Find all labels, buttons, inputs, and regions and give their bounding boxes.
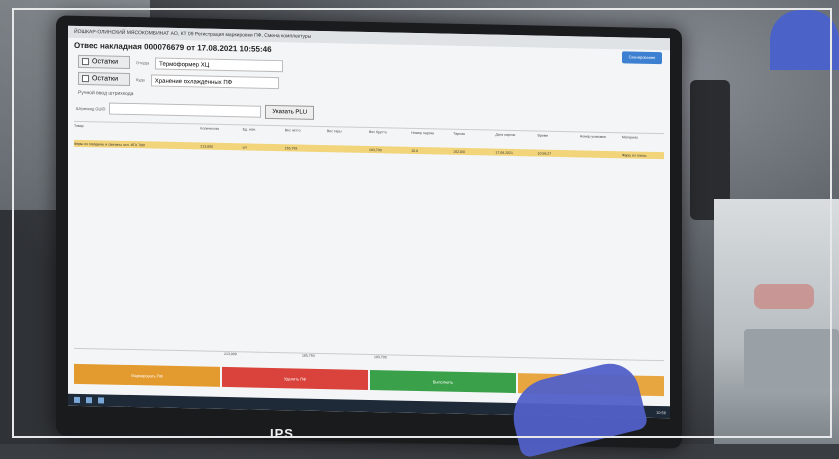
col-header: Вес тары xyxy=(326,129,342,134)
worker-cap xyxy=(770,10,839,70)
col-header: Материал xyxy=(621,135,639,140)
monitor-brand-label: IPS xyxy=(270,426,294,441)
search-icon[interactable] xyxy=(86,397,92,404)
col-header: Тарная xyxy=(453,131,465,137)
col-header: Номер партии xyxy=(411,130,435,136)
destination-label: Куда xyxy=(136,77,145,83)
barcode-label: Штрихкод GUID xyxy=(76,105,106,111)
plu-button[interactable]: Указать PLU xyxy=(265,104,315,120)
col-header: Вес нетто xyxy=(284,128,301,133)
delete-button[interactable]: Удалить ПФ xyxy=(222,366,368,390)
monitor-screen: ЙОШКАР-ОЛИНСКИЙ МЯСОКОМБИНАТ АО, КТ 09 Р… xyxy=(68,25,670,419)
balance-button-1[interactable]: Остатки xyxy=(78,54,130,69)
total-qty: 213,000 xyxy=(224,351,237,357)
checkbox-icon xyxy=(82,74,89,83)
scan-button[interactable]: Сканирование xyxy=(622,51,662,65)
col-header: Время xyxy=(537,133,549,138)
folder-icon[interactable] xyxy=(98,397,104,404)
start-icon[interactable] xyxy=(74,396,80,403)
source-field[interactable]: Термоформер ХЦ xyxy=(155,57,284,72)
items-table: Товар Количество Ед. изм. Вес нетто Вес … xyxy=(74,120,664,345)
barcode-input[interactable] xyxy=(109,102,262,118)
inset-video xyxy=(714,199,839,444)
col-header: Ед. изм. xyxy=(242,127,256,132)
checkbox-icon xyxy=(82,57,89,66)
meat-product xyxy=(754,284,814,309)
execute-button[interactable]: Выполнить xyxy=(370,370,516,394)
col-header: Количество xyxy=(200,126,220,131)
col-header: Номер упаковки xyxy=(579,134,606,139)
total-gross: 183,700 xyxy=(374,355,387,360)
balance-button-2[interactable]: Остатки xyxy=(78,71,130,86)
col-header: Товар xyxy=(74,123,84,129)
destination-field[interactable]: Хранение охлажденных ПФ xyxy=(150,73,279,89)
col-header: Дата партии xyxy=(495,132,516,138)
col-header: Вес брутто xyxy=(368,129,387,135)
source-label: Откуда xyxy=(136,60,150,66)
taskbar-clock: 10:56 xyxy=(655,409,666,415)
mark-button[interactable]: Маркировать ПФ xyxy=(74,363,220,387)
total-net: 165,793 xyxy=(302,353,315,358)
steel-table xyxy=(744,329,839,389)
